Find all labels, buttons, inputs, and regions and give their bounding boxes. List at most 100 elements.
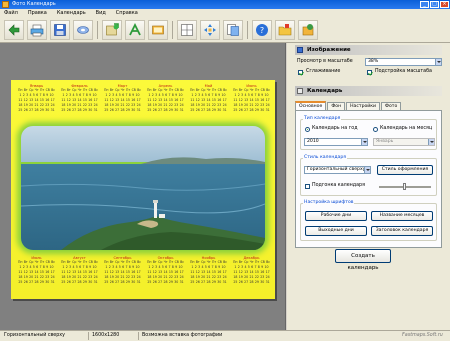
image-icon (297, 47, 303, 53)
months-top-row: Январь Пн Вт Ср Чт Пт Сб Вс 1 2 3 4 5 6 … (17, 84, 271, 124)
app-icon (2, 1, 9, 8)
workspace[interactable]: Январь Пн Вт Ср Чт Пт Сб Вс 1 2 3 4 5 6 … (0, 43, 286, 330)
print-button[interactable] (27, 19, 47, 40)
weekday-header: Пн Вт Ср Чт Пт Сб Вс (60, 260, 99, 264)
toolbar-separator (247, 20, 248, 39)
calendar-style-group: Стиль календаря Горизонтальный сверху Ст… (300, 155, 437, 196)
save-button[interactable] (50, 19, 70, 40)
minimize-button[interactable]: _ (420, 1, 429, 8)
picture-button[interactable] (148, 19, 168, 40)
fit-scale-label: Подстройка масштаба (375, 69, 432, 74)
fit-calendar-label: Подгонка календаря (312, 183, 365, 188)
fonts-title: Настройка шрифтов (303, 200, 355, 206)
weekday-header: Пн Вт Ср Чт Пт Сб Вс (189, 260, 228, 264)
open-folder-icon (278, 23, 292, 35)
toolbar: ? (0, 17, 450, 43)
calendar-month: Май Пн Вт Ср Чт Пт Сб Вс 1 2 3 4 5 6 7 8… (189, 84, 228, 124)
month-select[interactable]: Январь (373, 138, 435, 146)
month-value: Январь (376, 139, 394, 144)
chevron-down-icon[interactable] (364, 167, 370, 173)
svg-text:?: ? (260, 26, 264, 35)
status-layout: Горизонтальный сверху (4, 333, 65, 338)
menu-bar: Файл Правка Календарь Вид Справка (0, 9, 450, 17)
month-calendar-radio[interactable] (373, 127, 378, 132)
tab-photo[interactable]: Фото (381, 102, 402, 110)
picture-icon (152, 25, 164, 34)
window-title: Фото Календарь (12, 1, 56, 7)
year-value: 2010 (307, 139, 319, 144)
workdays-font-button[interactable]: Рабочие дни (305, 211, 367, 221)
window-controls: _ □ × (420, 1, 449, 8)
layers-button[interactable] (223, 19, 243, 40)
weekends-font-button[interactable]: Выходные дни (305, 226, 367, 236)
tab-background[interactable]: Фон (327, 102, 346, 110)
style-design-button[interactable]: Стиль оформления (377, 165, 433, 175)
chevron-down-icon[interactable] (361, 139, 367, 145)
help-button[interactable]: ? (252, 19, 272, 40)
calendar-section-title: Календарь (307, 88, 343, 94)
weekday-header: Пн Вт Ср Чт Пт Сб Вс (189, 88, 228, 92)
settings-button[interactable] (73, 19, 93, 40)
header-font-button[interactable]: Заголовок календаря (371, 226, 433, 236)
status-size: 1600x1280 (92, 333, 120, 338)
style-select[interactable]: Горизонтальный сверху (304, 166, 371, 174)
title-bar: Фото Календарь _ □ × (0, 0, 450, 9)
weekday-header: Пн Вт Ср Чт Пт Сб Вс (146, 260, 185, 264)
maximize-button[interactable]: □ (430, 1, 439, 8)
weekday-header: Пн Вт Ср Чт Пт Сб Вс (60, 88, 99, 92)
month-days: 1 2 3 4 5 6 7 8 9 10 11 12 13 14 15 16 1… (190, 93, 227, 112)
menu-edit[interactable]: Правка (28, 9, 47, 17)
menu-help[interactable]: Справка (116, 9, 138, 17)
image-section-header[interactable]: Изображение (295, 45, 442, 55)
fit-calendar-checkbox[interactable] (305, 184, 310, 189)
open-folder-button[interactable] (275, 19, 295, 40)
smoothing-checkbox[interactable] (298, 70, 303, 75)
smoothing-label: Сглаживание (306, 69, 341, 74)
grid-button[interactable] (177, 19, 197, 40)
calendar-page[interactable]: Январь Пн Вт Ср Чт Пт Сб Вс 1 2 3 4 5 6 … (11, 80, 275, 299)
tab-main-content: Тип календаря Календарь на год Календарь… (295, 110, 442, 248)
zoom-select[interactable]: 38% (365, 58, 442, 66)
month-names-font-button[interactable]: Название месяцев (371, 211, 433, 221)
month-days: 1 2 3 4 5 6 7 8 9 10 11 12 13 14 15 16 1… (18, 265, 55, 284)
menu-file[interactable]: Файл (4, 9, 18, 17)
move-button[interactable] (200, 19, 220, 40)
month-calendar-label: Календарь на месяц (380, 126, 433, 131)
menu-calendar[interactable]: Календарь (57, 9, 86, 17)
image-section-title: Изображение (307, 47, 351, 53)
calendar-month: Февраль Пн Вт Ср Чт Пт Сб Вс 1 2 3 4 5 6… (60, 84, 99, 124)
calendar-photo[interactable] (21, 126, 265, 250)
zoom-value: 38% (368, 59, 379, 64)
tab-settings[interactable]: Настройки (346, 102, 381, 110)
year-calendar-radio[interactable] (305, 127, 310, 132)
calendar-month: Декабрь Пн Вт Ср Чт Пт Сб Вс 1 2 3 4 5 6… (232, 256, 271, 296)
package-icon (302, 23, 314, 35)
weekday-header: Пн Вт Ср Чт Пт Сб Вс (17, 260, 56, 264)
month-days: 1 2 3 4 5 6 7 8 9 10 11 12 13 14 15 16 1… (61, 93, 98, 112)
add-text-button[interactable] (125, 19, 145, 40)
style-value: Горизонтальный сверху (307, 167, 366, 172)
weekday-header: Пн Вт Ср Чт Пт Сб Вс (103, 260, 142, 264)
add-image-button[interactable] (102, 19, 122, 40)
month-days: 1 2 3 4 5 6 7 8 9 10 11 12 13 14 15 16 1… (233, 265, 270, 284)
back-button[interactable] (4, 19, 24, 40)
close-button[interactable]: × (440, 1, 449, 8)
tab-main[interactable]: Основное (295, 101, 327, 110)
chevron-down-icon[interactable] (428, 139, 434, 145)
calendar-section-header[interactable]: Календарь (295, 86, 442, 96)
month-days: 1 2 3 4 5 6 7 8 9 10 11 12 13 14 15 16 1… (147, 93, 184, 112)
preview-scale-label: Просмотр в масштабе (297, 59, 353, 64)
year-select[interactable]: 2010 (304, 138, 368, 146)
menu-view[interactable]: Вид (96, 9, 106, 17)
weekday-header: Пн Вт Ср Чт Пт Сб Вс (146, 88, 185, 92)
calendar-month: Март Пн Вт Ср Чт Пт Сб Вс 1 2 3 4 5 6 7 … (103, 84, 142, 124)
create-calendar-button[interactable]: Создать календарь (335, 249, 391, 271)
package-button[interactable] (298, 19, 318, 40)
slider-handle[interactable] (403, 183, 406, 190)
layers-icon (227, 23, 239, 36)
help-icon: ? (256, 23, 268, 36)
landscape-photo (21, 126, 265, 250)
save-icon (54, 23, 66, 36)
fit-scale-checkbox[interactable] (367, 70, 372, 75)
chevron-down-icon[interactable] (435, 59, 441, 65)
